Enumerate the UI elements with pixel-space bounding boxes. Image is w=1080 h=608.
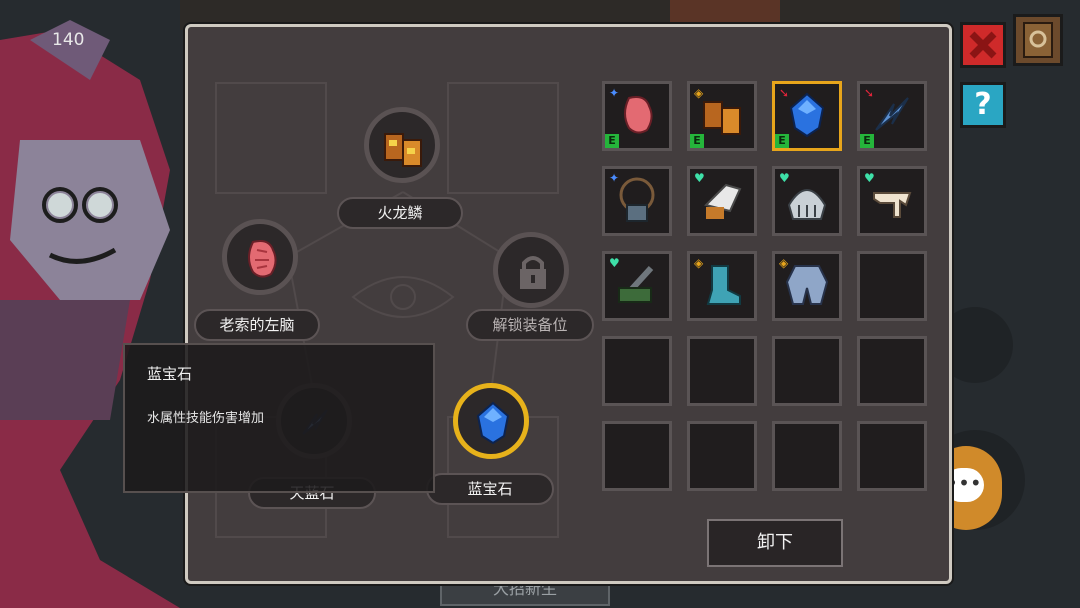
equip-slot-sapphire[interactable] [453, 383, 529, 459]
inventory-slot[interactable]: ♥ [857, 166, 927, 236]
item-tooltip: 蓝宝石 水属性技能伤害增加 [123, 343, 435, 493]
lock-icon [520, 256, 546, 289]
help-button[interactable]: ? [960, 82, 1006, 128]
equip-slot-label: 解锁装备位 [466, 309, 594, 341]
inventory-grid: ✦ E ◈ E ➘ E ➘ E ✦ ♥ ♥ ♥ ♥ ◈ ◈ [602, 81, 936, 499]
cannon-icon [618, 265, 654, 303]
bone-icon [873, 192, 912, 218]
inventory-slot[interactable]: ♥ [772, 166, 842, 236]
equipped-badge: E [605, 134, 619, 148]
backpack-button[interactable] [1013, 14, 1063, 66]
equip-slot-fire-dragon-scale[interactable] [364, 107, 440, 183]
inventory-slot-empty[interactable] [772, 336, 842, 406]
inventory-slot-empty[interactable] [602, 336, 672, 406]
inventory-slot-empty[interactable] [857, 421, 927, 491]
equip-slot-label: 蓝宝石 [426, 473, 554, 505]
sapphire-icon [476, 401, 510, 445]
inventory-slot-empty[interactable] [687, 336, 757, 406]
equip-slot-label: 火龙鳞 [337, 197, 463, 229]
inventory-slot[interactable]: ♥ [602, 251, 672, 321]
inventory-slot-empty[interactable] [772, 421, 842, 491]
tooltip-description: 水属性技能伤害增加 [147, 411, 265, 426]
backpack-icon [1023, 22, 1053, 58]
inventory-slot-selected[interactable]: ➘ E [772, 81, 842, 151]
left-brain-icon [248, 240, 277, 278]
equip-slot-locked[interactable] [493, 232, 569, 308]
inventory-slot[interactable]: ✦ [602, 166, 672, 236]
amulet-icon [619, 177, 655, 222]
equipment-panel: 火龙鳞 老索的左脑 解锁装备位 天蓝石 蓝宝石 ✦ E ◈ E ➘ E ➘ E … [185, 24, 952, 584]
equipped-badge: E [690, 134, 704, 148]
close-button[interactable] [960, 22, 1006, 68]
equipped-badge: E [860, 134, 874, 148]
wing-boot-icon [704, 183, 742, 219]
inventory-slot-empty[interactable] [857, 251, 927, 321]
equipped-badge: E [775, 134, 789, 148]
fire-dragon-scale-icon [384, 133, 422, 167]
inventory-slot-empty[interactable] [602, 421, 672, 491]
inventory-slot[interactable]: ◈ [772, 251, 842, 321]
tooltip-title: 蓝宝石 [147, 365, 193, 383]
boot-icon [706, 265, 741, 305]
helmet-icon [787, 189, 827, 220]
unequip-button[interactable]: 卸下 [707, 519, 843, 567]
inventory-slot-empty[interactable] [857, 336, 927, 406]
armor-icon [785, 265, 829, 305]
equip-slot-left-brain[interactable] [222, 219, 298, 295]
inventory-slot[interactable]: ➘ E [857, 81, 927, 151]
inventory-slot[interactable]: ◈ E [687, 81, 757, 151]
inventory-slot[interactable]: ♥ [687, 166, 757, 236]
equipment-slots-area: 火龙鳞 老索的左脑 解锁装备位 天蓝石 蓝宝石 [188, 27, 598, 583]
inventory-slot[interactable]: ◈ [687, 251, 757, 321]
hud-counter: 140 [52, 30, 85, 50]
inventory-slot[interactable]: ✦ E [602, 81, 672, 151]
close-icon [969, 31, 997, 59]
equip-slot-label: 老索的左脑 [194, 309, 320, 341]
inventory-slot-empty[interactable] [687, 421, 757, 491]
